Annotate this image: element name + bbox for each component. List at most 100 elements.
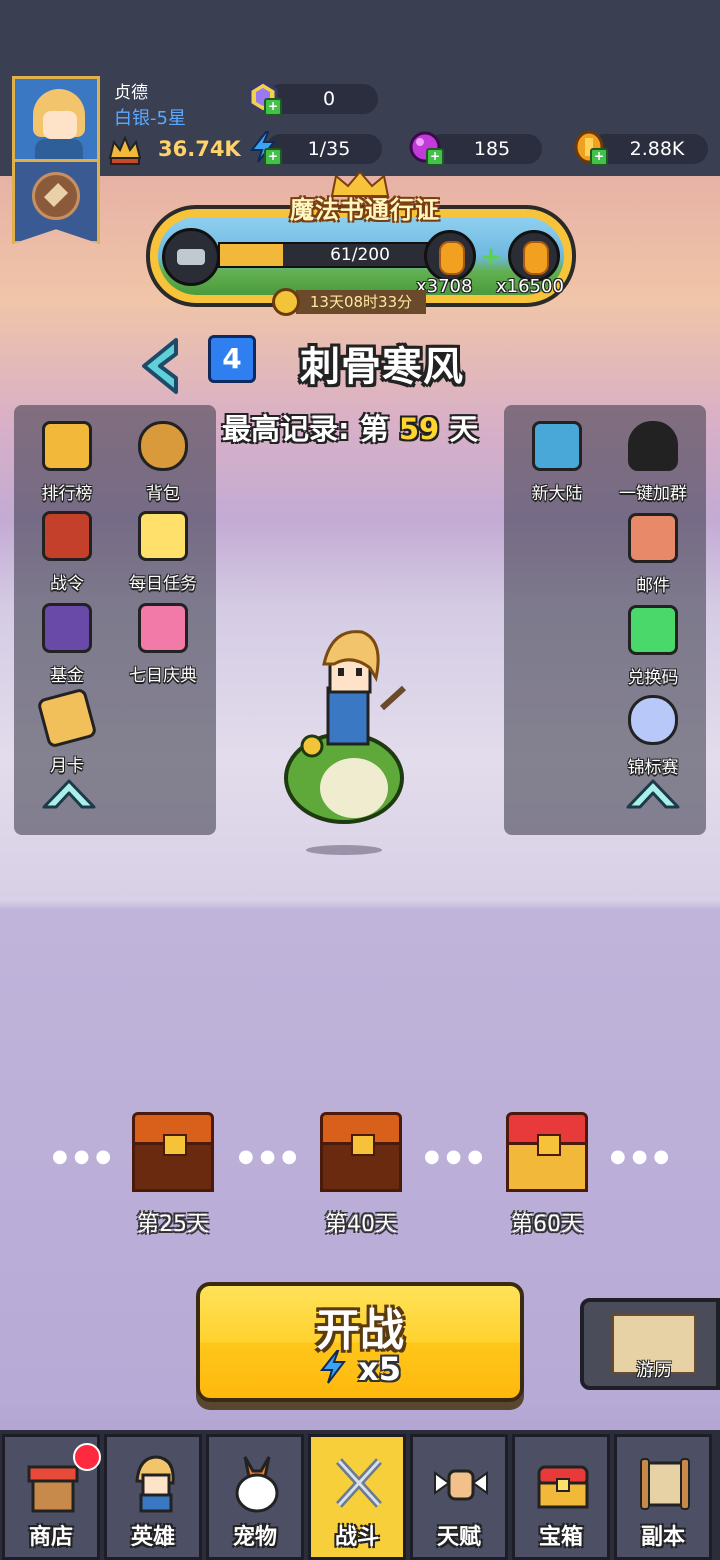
nav-label: 商店 <box>28 1525 73 1550</box>
pass-title: 魔法书通行证 <box>290 196 440 224</box>
pass-progress-bar: 61/200 <box>218 242 428 268</box>
start-battle-cost-value: x5 <box>358 1350 402 1388</box>
rank-medal-icon <box>32 172 80 220</box>
menu-backpack[interactable]: 背包 <box>116 417 206 505</box>
menu-label: 背包 <box>146 484 180 504</box>
menu-seven-day-event[interactable]: 七日庆典 <box>116 599 206 687</box>
pass-premium-coin-icon <box>508 230 560 282</box>
menu-daily-tasks[interactable]: 每日任务 <box>116 507 206 595</box>
add-gold-button[interactable]: + <box>590 148 608 166</box>
magic-book-icon <box>162 228 220 286</box>
chest-label: 第60天 <box>511 1212 583 1237</box>
menu-label: 排行榜 <box>41 484 93 504</box>
crossed-swords-icon <box>336 1458 382 1508</box>
add-energy-button[interactable]: + <box>264 148 282 166</box>
nav-tab-talent[interactable]: 天赋 <box>410 1434 508 1560</box>
record-day: 59 <box>398 412 440 446</box>
winged-fist-icon <box>434 1469 488 1501</box>
nav-tab-battle[interactable]: 战斗 <box>308 1434 406 1560</box>
nav-label: 宠物 <box>232 1525 277 1550</box>
menu-join-group[interactable]: 一键加群 <box>606 417 696 505</box>
menu-tournament[interactable]: 锦标赛 <box>606 691 696 779</box>
game-screen: 贞德 白银-5星 36.74K 0 + 1/35 + 185 + 2.88K + <box>0 0 720 1560</box>
gems-counter[interactable]: 0 <box>266 84 378 114</box>
nav-label: 副本 <box>640 1525 685 1550</box>
start-battle-cost: x5 <box>200 1350 520 1388</box>
tournament-shell-icon <box>628 695 678 745</box>
menu-fund[interactable]: 基金 <box>20 599 110 687</box>
collapse-left-menu-icon[interactable] <box>40 773 98 813</box>
energy-counter[interactable]: 1/35 <box>266 134 382 164</box>
add-orbs-button[interactable]: + <box>426 148 444 166</box>
gold-value: 2.88K <box>629 138 685 160</box>
menu-new-continent[interactable]: 新大陆 <box>510 417 600 505</box>
nav-tab-pets[interactable]: 宠物 <box>206 1434 304 1560</box>
orbs-value: 185 <box>473 138 511 160</box>
pass-reward-coin-icon <box>424 230 476 282</box>
menu-label: 兑换码 <box>627 668 679 688</box>
monthly-card-ticket-icon <box>36 687 98 749</box>
nav-tab-shop[interactable]: 商店 <box>2 1434 101 1560</box>
collapse-right-menu-icon[interactable] <box>624 773 682 813</box>
travel-button[interactable]: 游历 <box>580 1298 720 1390</box>
progress-dots: ●●● <box>424 1146 490 1167</box>
nav-tab-dungeon[interactable]: 副本 <box>614 1434 712 1560</box>
scroll-map-icon <box>640 1458 690 1510</box>
backpack-icon <box>138 421 188 471</box>
menu-label: 邮件 <box>636 576 670 596</box>
progress-dots: ●●● <box>52 1146 118 1167</box>
hero-riding-frog <box>284 630 407 855</box>
progress-dots: ●●● <box>610 1146 676 1167</box>
pass-reward-right: x16500 <box>496 276 564 297</box>
leaderboard-banner-icon <box>42 421 92 471</box>
portal-icon <box>532 421 582 471</box>
player-rank: 白银-5星 <box>114 108 186 129</box>
chest-day-25[interactable] <box>132 1112 214 1192</box>
pet-bunny-icon <box>235 1456 279 1513</box>
mail-scroll-icon <box>628 513 678 563</box>
previous-level-arrow-icon[interactable] <box>136 336 182 396</box>
lock-icon <box>163 1134 187 1156</box>
nav-label: 战斗 <box>334 1525 379 1550</box>
record-prefix: 最高记录: 第 <box>222 412 389 446</box>
alarm-clock-icon <box>272 288 300 316</box>
start-battle-button[interactable]: 开战 x5 <box>196 1282 524 1402</box>
menu-label: 每日任务 <box>129 574 197 594</box>
menu-label: 新大陆 <box>531 484 583 504</box>
nav-label: 英雄 <box>130 1525 175 1550</box>
nav-tab-heroes[interactable]: 英雄 <box>104 1434 202 1560</box>
hero-portrait-icon <box>135 1455 175 1513</box>
notification-badge <box>73 1443 101 1471</box>
energy-icon <box>319 1350 346 1384</box>
menu-label: 七日庆典 <box>129 666 197 686</box>
menu-leaderboard[interactable]: 排行榜 <box>20 417 110 505</box>
record-suffix: 天 <box>449 412 479 446</box>
power-crown-icon <box>108 136 142 165</box>
menu-monthly-card[interactable]: 月卡 <box>20 687 110 777</box>
menu-label: 基金 <box>50 666 84 686</box>
bottom-nav: 商店 英雄 宠物 战斗 天赋 宝箱 副本 <box>0 1430 720 1560</box>
chest-label: 第40天 <box>325 1212 397 1237</box>
menu-battle-pass[interactable]: 战令 <box>20 507 110 595</box>
right-menu-panel: 新大陆 一键加群 邮件 兑换码 锦标赛 <box>504 405 706 835</box>
treasure-chest-icon <box>537 1465 589 1509</box>
best-record: 最高记录: 第 59 天 <box>222 406 478 448</box>
lock-icon <box>351 1134 375 1156</box>
travel-label: 游历 <box>636 1360 672 1381</box>
player-name: 贞德 <box>114 83 148 103</box>
lock-icon <box>537 1134 561 1156</box>
shop-stall-icon <box>27 1465 79 1513</box>
nav-label: 宝箱 <box>538 1525 583 1550</box>
progress-dots: ●●● <box>238 1146 304 1167</box>
player-avatar-banner[interactable] <box>12 76 104 246</box>
chest-day-40[interactable] <box>320 1112 402 1192</box>
menu-redeem-code[interactable]: 兑换码 <box>606 601 696 689</box>
chest-day-60[interactable] <box>506 1112 588 1192</box>
menu-mail[interactable]: 邮件 <box>606 509 696 597</box>
avatar[interactable] <box>12 76 100 162</box>
add-gems-button[interactable]: + <box>264 98 282 116</box>
nav-tab-chests[interactable]: 宝箱 <box>512 1434 610 1560</box>
level-number-badge: 4 <box>208 335 256 383</box>
redeem-code-card-icon <box>628 605 678 655</box>
menu-label: 一键加群 <box>619 484 687 504</box>
